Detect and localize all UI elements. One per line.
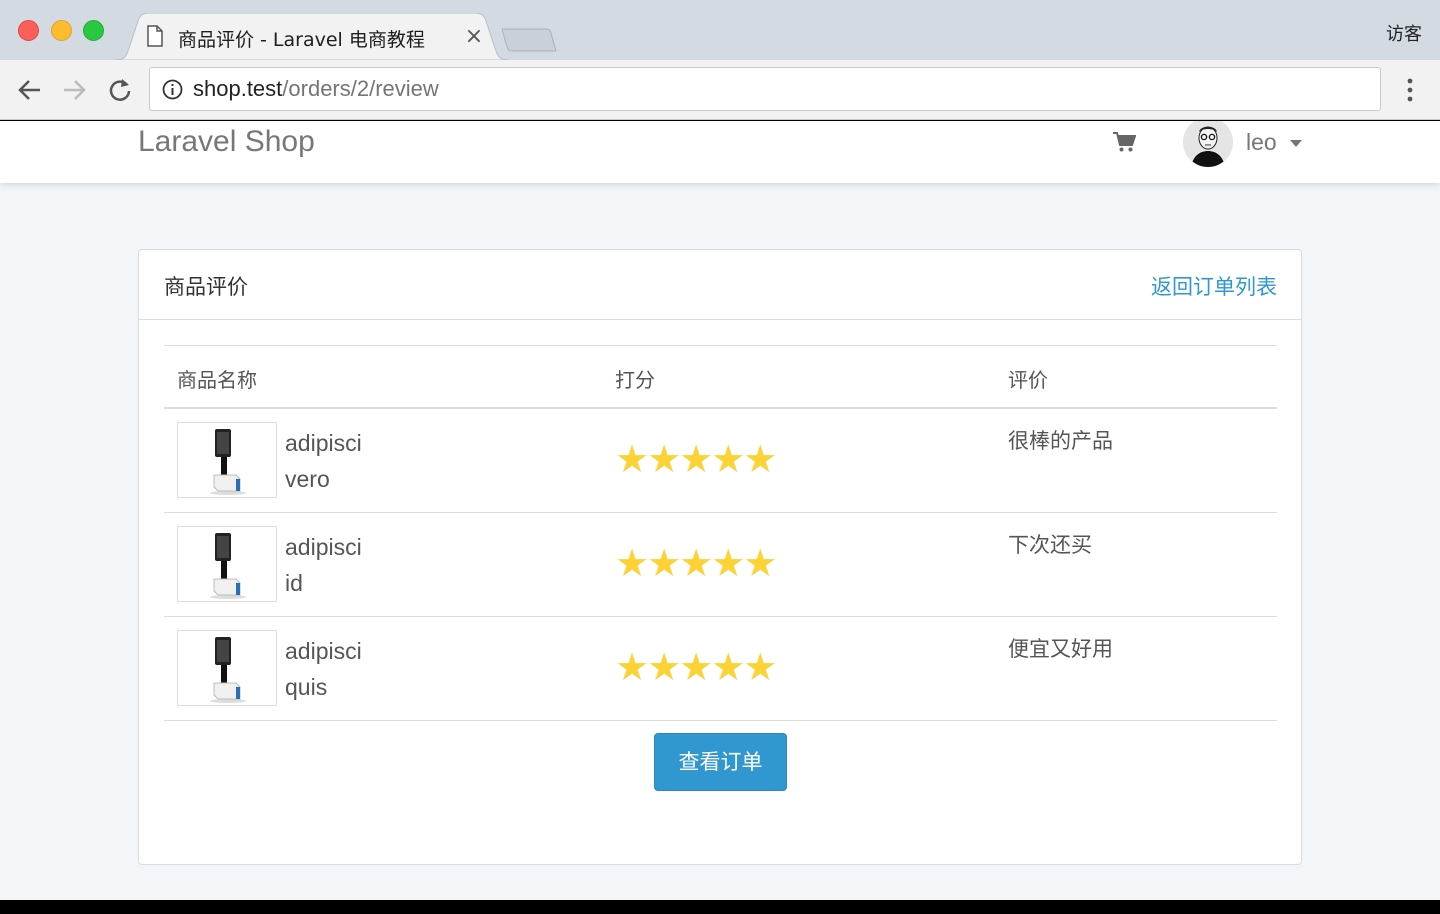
site-navbar: Laravel Shop leo xyxy=(0,121,1440,183)
product-sku: vero xyxy=(285,466,330,492)
column-header-review: 评价 xyxy=(1008,368,1048,392)
page-title: 商品评价 xyxy=(164,275,248,299)
rating-stars: ★★★★★ xyxy=(615,645,777,689)
guest-profile-label[interactable]: 访客 xyxy=(1386,20,1422,46)
rating-stars: ★★★★★ xyxy=(615,437,777,481)
product-image[interactable] xyxy=(177,630,277,706)
url-host: shop.test xyxy=(193,76,283,101)
product-title[interactable]: adipisci xyxy=(285,425,362,461)
table-row: adipisci id ★★★★★ 下次还买 xyxy=(164,513,1277,617)
review-text: 很棒的产品 xyxy=(1008,429,1113,453)
review-table: 商品名称 打分 评价 adipisci vero ★★★★★ 很棒的产品 adi… xyxy=(164,345,1277,721)
table-row: adipisci quis ★★★★★ 便宜又好用 xyxy=(164,617,1277,721)
rating-stars: ★★★★★ xyxy=(615,541,777,585)
back-to-orders-link[interactable]: 返回订单列表 xyxy=(1151,271,1277,301)
caret-down-icon[interactable] xyxy=(1290,140,1302,147)
document-icon xyxy=(147,25,163,47)
column-header-rating: 打分 xyxy=(615,368,655,392)
tab-title: 商品评价 - Laravel 电商教程 xyxy=(178,29,425,51)
site-brand[interactable]: Laravel Shop xyxy=(138,125,315,159)
page-viewport: Laravel Shop leo 商品评价 返回订单列表 商品名称 打分 评价 … xyxy=(0,121,1440,900)
column-header-product: 商品名称 xyxy=(177,368,257,392)
reload-icon[interactable] xyxy=(105,76,135,104)
table-row: adipisci vero ★★★★★ 很棒的产品 xyxy=(164,409,1277,513)
review-text: 便宜又好用 xyxy=(1008,637,1113,661)
product-image[interactable] xyxy=(177,422,277,498)
forward-arrow-icon[interactable] xyxy=(59,76,89,104)
product-sku: id xyxy=(285,570,303,596)
table-header: 商品名称 打分 评价 xyxy=(164,345,1277,409)
review-panel: 商品评价 返回订单列表 商品名称 打分 评价 adipisci vero ★★★… xyxy=(138,249,1302,865)
panel-heading: 商品评价 返回订单列表 xyxy=(139,250,1301,320)
product-title[interactable]: adipisci xyxy=(285,529,362,565)
product-name[interactable]: adipisci id xyxy=(285,529,362,601)
product-name[interactable]: adipisci quis xyxy=(285,633,362,705)
product-name[interactable]: adipisci vero xyxy=(285,425,362,497)
view-order-button[interactable]: 查看订单 xyxy=(654,733,787,791)
zoom-window-button[interactable] xyxy=(83,20,104,41)
browser-menu-icon[interactable] xyxy=(1400,77,1420,103)
product-image[interactable] xyxy=(177,526,277,602)
product-title[interactable]: adipisci xyxy=(285,633,362,669)
review-text: 下次还买 xyxy=(1008,533,1092,557)
info-icon[interactable] xyxy=(162,79,183,100)
tab-close-icon[interactable]: × xyxy=(462,23,486,51)
avatar[interactable] xyxy=(1183,121,1233,167)
minimize-window-button[interactable] xyxy=(51,20,72,41)
url-path: /orders/2/review xyxy=(282,76,439,101)
close-window-button[interactable] xyxy=(18,20,39,41)
screen-bottom-edge xyxy=(0,900,1440,914)
product-sku: quis xyxy=(285,674,328,700)
url-text[interactable]: shop.test/orders/2/review xyxy=(193,76,439,102)
new-tab-button[interactable] xyxy=(500,27,558,53)
username[interactable]: leo xyxy=(1246,129,1277,156)
back-arrow-icon[interactable] xyxy=(15,76,45,104)
cart-icon[interactable] xyxy=(1112,131,1136,153)
